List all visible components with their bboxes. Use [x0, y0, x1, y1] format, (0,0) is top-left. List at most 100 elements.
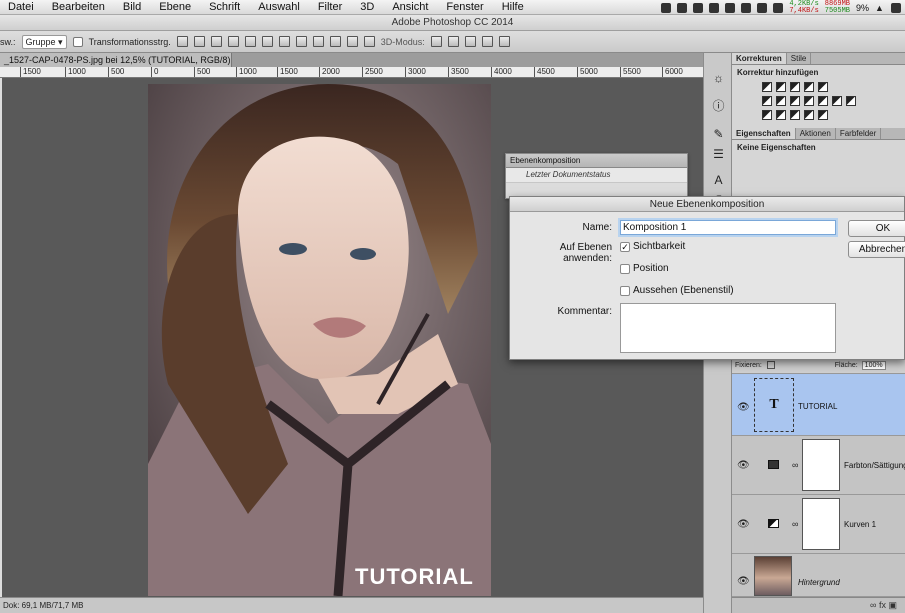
document-tab[interactable]: _1527-CAP-0478-PS.jpg bei 12,5% (TUTORIA… — [0, 53, 232, 67]
tray-app-icon[interactable] — [725, 2, 736, 13]
brush-icon[interactable]: ✎ — [710, 125, 727, 142]
distribute-left-icon[interactable] — [329, 36, 341, 47]
layer-mask-thumb[interactable] — [802, 439, 840, 491]
menu-fenster[interactable]: Fenster — [437, 1, 492, 13]
appearance-checkbox[interactable]: Aussehen (Ebenenstil) — [620, 285, 734, 296]
color-lookup-icon[interactable] — [832, 96, 842, 106]
comment-textarea[interactable] — [620, 303, 836, 353]
visibility-eye-icon[interactable]: 👁 — [737, 576, 750, 587]
tray-app-icon[interactable] — [661, 2, 672, 13]
last-document-state-row[interactable]: Letzter Dokumentstatus — [506, 168, 687, 183]
tray-app-icon[interactable] — [757, 2, 768, 13]
wifi-icon[interactable]: ▲ — [875, 3, 885, 13]
grid-icon[interactable] — [846, 96, 856, 106]
visibility-checkbox[interactable]: ✓ Sichtbarkeit — [620, 241, 685, 252]
menu-hilfe[interactable]: Hilfe — [493, 1, 533, 13]
tray-app-icon[interactable] — [773, 2, 784, 13]
character-icon[interactable]: A — [710, 171, 727, 188]
brightness-icon[interactable] — [762, 82, 772, 92]
horizontal-ruler[interactable]: 1500 1000 500 0 500 1000 1500 2000 2500 … — [0, 67, 703, 78]
position-checkbox[interactable]: Position — [620, 263, 669, 274]
sun-icon[interactable]: ☼ — [710, 69, 727, 86]
menu-schrift[interactable]: Schrift — [200, 1, 249, 13]
name-input[interactable]: Komposition 1 — [620, 220, 836, 235]
align-hcenter-icon[interactable] — [244, 36, 256, 47]
align-right-icon[interactable] — [261, 36, 273, 47]
tray-app-icon[interactable] — [677, 2, 688, 13]
selective-color-icon[interactable] — [818, 110, 828, 120]
distribute-top-icon[interactable] — [278, 36, 290, 47]
visibility-eye-icon[interactable]: 👁 — [737, 402, 750, 413]
layer-comps-title[interactable]: Ebenenkomposition — [506, 154, 687, 168]
chain-link-icon[interactable]: ∞ — [792, 519, 798, 529]
3d-scale-icon[interactable] — [498, 36, 510, 47]
threshold-icon[interactable] — [790, 110, 800, 120]
vibrance-icon[interactable] — [818, 82, 828, 92]
checkbox-box[interactable] — [620, 263, 630, 274]
document-image[interactable]: TUTORIAL — [148, 84, 491, 596]
3d-roll-icon[interactable] — [447, 36, 459, 47]
vertical-ruler[interactable] — [0, 78, 2, 597]
auto-select-dropdown[interactable]: Gruppe ▾ — [21, 34, 67, 49]
align-vcenter-icon[interactable] — [193, 36, 205, 47]
layer-row[interactable]: 👁 T TUTORIAL — [732, 374, 905, 436]
layer-row[interactable]: 👁 ∞ Farbton/Sättigung 1 — [732, 436, 905, 495]
3d-pan-icon[interactable] — [464, 36, 476, 47]
distribute-bottom-icon[interactable] — [312, 36, 324, 47]
align-bottom-icon[interactable] — [210, 36, 222, 47]
menu-bild[interactable]: Bild — [114, 1, 150, 13]
levels-icon[interactable] — [776, 82, 786, 92]
hue-saturation-icon[interactable] — [762, 96, 772, 106]
invert-icon[interactable] — [762, 110, 772, 120]
layer-row[interactable]: 👁 ∞ Kurven 1 — [732, 495, 905, 554]
gradient-map-icon[interactable] — [804, 110, 814, 120]
checkbox-box[interactable]: ✓ — [620, 241, 630, 252]
distribute-hcenter-icon[interactable] — [346, 36, 358, 47]
tray-app-icon[interactable] — [709, 2, 720, 13]
mask-icon[interactable]: ▣ — [888, 600, 897, 610]
flaeche-value[interactable]: 100% — [861, 361, 886, 370]
black-white-icon[interactable] — [790, 96, 800, 106]
link-layers-icon[interactable]: ∞ — [870, 600, 876, 610]
menu-3d[interactable]: 3D — [351, 1, 383, 13]
info-icon[interactable]: ⓘ — [710, 97, 727, 114]
lock-icon[interactable] — [766, 361, 775, 370]
cancel-button[interactable]: Abbrechen — [848, 241, 905, 258]
layer-mask-thumb[interactable] — [802, 498, 840, 550]
tab-korrekturen[interactable]: Korrekturen — [732, 53, 787, 64]
exposure-icon[interactable] — [804, 82, 814, 92]
visibility-eye-icon[interactable]: 👁 — [737, 519, 750, 530]
tray-app-icon[interactable] — [741, 2, 752, 13]
sliders-icon[interactable]: ☰ — [710, 145, 727, 162]
curves-icon[interactable] — [790, 82, 800, 92]
menu-filter[interactable]: Filter — [309, 1, 351, 13]
menu-ansicht[interactable]: Ansicht — [383, 1, 437, 13]
fx-icon[interactable]: fx — [879, 600, 886, 610]
3d-orbit-icon[interactable] — [430, 36, 442, 47]
posterize-icon[interactable] — [776, 110, 786, 120]
menu-ebene[interactable]: Ebene — [150, 1, 200, 13]
ok-button[interactable]: OK — [848, 220, 905, 237]
menu-auswahl[interactable]: Auswahl — [249, 1, 309, 13]
photo-filter-icon[interactable] — [804, 96, 814, 106]
distribute-vcenter-icon[interactable] — [295, 36, 307, 47]
tab-farbfelder[interactable]: Farbfelder — [836, 128, 882, 139]
volume-icon[interactable] — [891, 2, 901, 13]
layer-row[interactable]: 👁 Hintergrund — [732, 554, 905, 597]
visibility-eye-icon[interactable]: 👁 — [737, 460, 750, 471]
tab-eigenschaften[interactable]: Eigenschaften — [732, 128, 796, 139]
channel-mixer-icon[interactable] — [818, 96, 828, 106]
tab-aktionen[interactable]: Aktionen — [796, 128, 836, 139]
distribute-right-icon[interactable] — [363, 36, 375, 47]
3d-slide-icon[interactable] — [481, 36, 493, 47]
tab-stile[interactable]: Stile — [787, 53, 812, 64]
transform-checkbox[interactable] — [72, 36, 83, 47]
menu-datei[interactable]: Datei — [0, 1, 43, 13]
menu-bearbeiten[interactable]: Bearbeiten — [43, 1, 114, 13]
color-balance-icon[interactable] — [776, 96, 786, 106]
align-left-icon[interactable] — [227, 36, 239, 47]
align-top-icon[interactable] — [176, 36, 188, 47]
chain-link-icon[interactable]: ∞ — [792, 460, 798, 470]
tray-app-icon[interactable] — [693, 2, 704, 13]
checkbox-box[interactable] — [620, 285, 630, 296]
